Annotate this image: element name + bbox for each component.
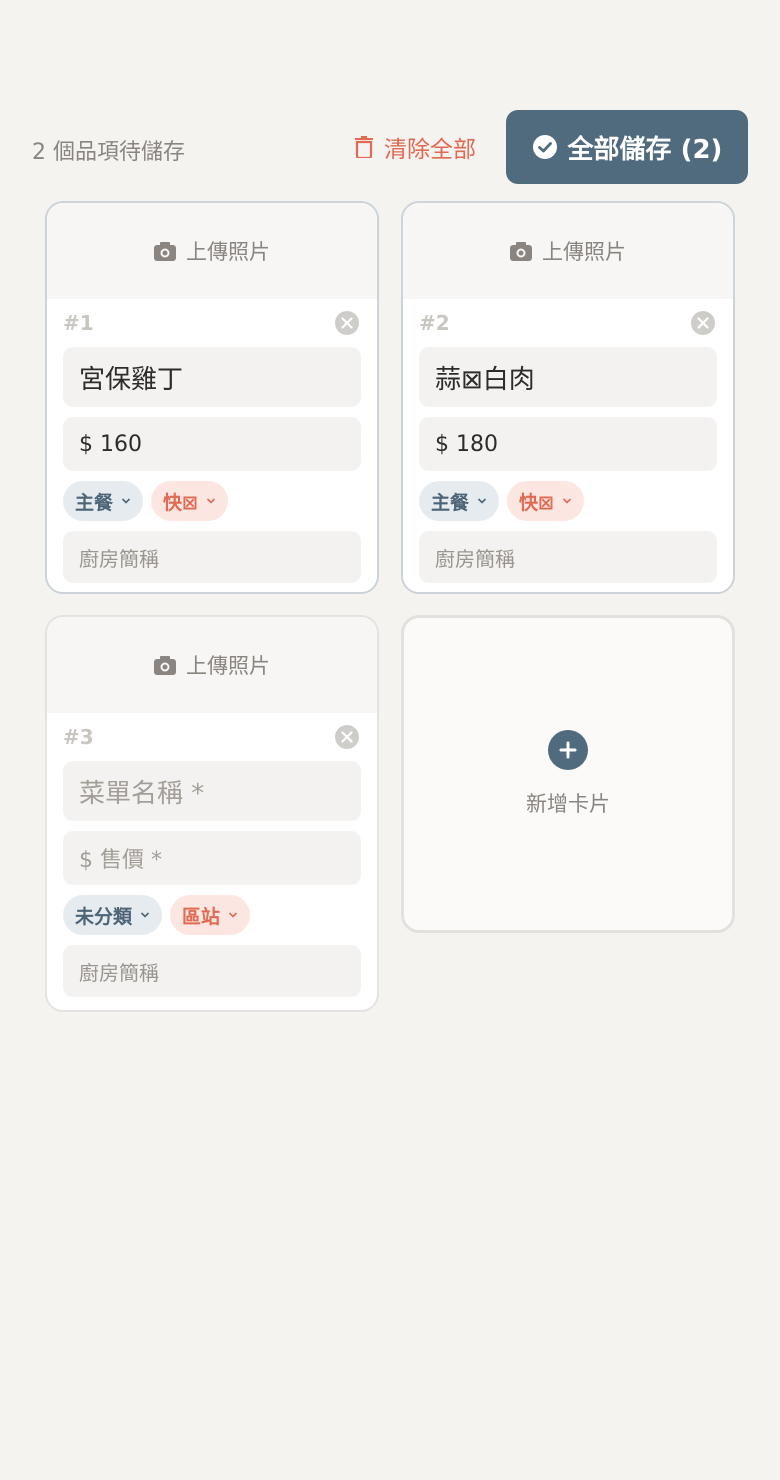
clear-all-button[interactable]: 清除全部: [354, 132, 476, 163]
category-label: 主餐: [431, 491, 470, 514]
clear-all-label: 清除全部: [384, 137, 476, 163]
menu-item-card: 上傳照片 #1 宮保雞丁 $ 160 主餐 快⊠ 廚房簡稱: [45, 201, 379, 594]
station-dropdown[interactable]: 區站: [170, 895, 251, 935]
menu-item-card: 上傳照片 #2 蒜⊠白肉 $ 180 主餐 快⊠ 廚房簡稱: [401, 201, 735, 594]
category-dropdown[interactable]: 主餐: [63, 481, 144, 521]
chevron-down-icon: [121, 498, 131, 504]
card-number: #2: [419, 311, 450, 335]
upload-photo-button[interactable]: 上傳照片: [403, 203, 733, 299]
plus-glyph: [559, 741, 577, 759]
add-card-button[interactable]: 新增卡片: [401, 615, 735, 933]
upload-photo-label: 上傳照片: [186, 240, 270, 264]
remove-card-button[interactable]: [691, 311, 715, 335]
chevron-down-icon: [140, 912, 150, 918]
item-name-field[interactable]: 菜單名稱 *: [63, 761, 361, 821]
price-field[interactable]: $ 180: [419, 417, 717, 471]
category-label: 主餐: [75, 491, 114, 514]
menu-item-card: 上傳照片 #3 菜單名稱 * $ 售價 * 未分類 區站 廚房簡稱: [45, 615, 379, 1012]
upload-photo-label: 上傳照片: [542, 240, 626, 264]
item-name-field[interactable]: 宮保雞丁: [63, 347, 361, 407]
station-dropdown[interactable]: 快⊠: [507, 481, 584, 521]
toolbar: 2 個品項待儲存 清除全部 全部儲存 (2): [0, 110, 780, 184]
pending-count-text: 2 個品項待儲存: [32, 140, 185, 165]
camera-icon: [154, 656, 176, 675]
remove-card-button[interactable]: [335, 725, 359, 749]
kitchen-short-name-field[interactable]: 廚房簡稱: [63, 531, 361, 583]
category-dropdown[interactable]: 未分類: [63, 895, 163, 935]
kitchen-short-name-field[interactable]: 廚房簡稱: [419, 531, 717, 583]
save-all-label: 全部儲存 (2): [567, 134, 723, 165]
chevron-down-icon: [562, 498, 572, 504]
close-icon: [341, 317, 353, 329]
add-card-label: 新增卡片: [526, 792, 610, 816]
check-circle-icon: [532, 135, 557, 159]
chevron-down-icon: [206, 498, 216, 504]
card-number: #1: [63, 311, 94, 335]
close-icon: [697, 317, 709, 329]
card-number: #3: [63, 725, 94, 749]
price-field[interactable]: $ 售價 *: [63, 831, 361, 885]
kitchen-short-name-field[interactable]: 廚房簡稱: [63, 945, 361, 997]
category-dropdown[interactable]: 主餐: [419, 481, 500, 521]
camera-icon: [510, 242, 532, 261]
price-field[interactable]: $ 160: [63, 417, 361, 471]
trash-icon: [355, 136, 373, 158]
category-label: 未分類: [75, 905, 133, 928]
station-label: 快⊠: [163, 491, 198, 514]
chevron-down-icon: [228, 912, 238, 918]
chevron-down-icon: [477, 498, 487, 504]
close-icon: [341, 731, 353, 743]
camera-icon: [154, 242, 176, 261]
station-label: 區站: [182, 905, 221, 928]
station-label: 快⊠: [519, 491, 554, 514]
remove-card-button[interactable]: [335, 311, 359, 335]
upload-photo-label: 上傳照片: [186, 654, 270, 678]
upload-photo-button[interactable]: 上傳照片: [47, 203, 377, 299]
save-all-button[interactable]: 全部儲存 (2): [506, 110, 748, 184]
plus-icon: [548, 730, 588, 770]
station-dropdown[interactable]: 快⊠: [151, 481, 228, 521]
item-name-field[interactable]: 蒜⊠白肉: [419, 347, 717, 407]
upload-photo-button[interactable]: 上傳照片: [47, 617, 377, 713]
